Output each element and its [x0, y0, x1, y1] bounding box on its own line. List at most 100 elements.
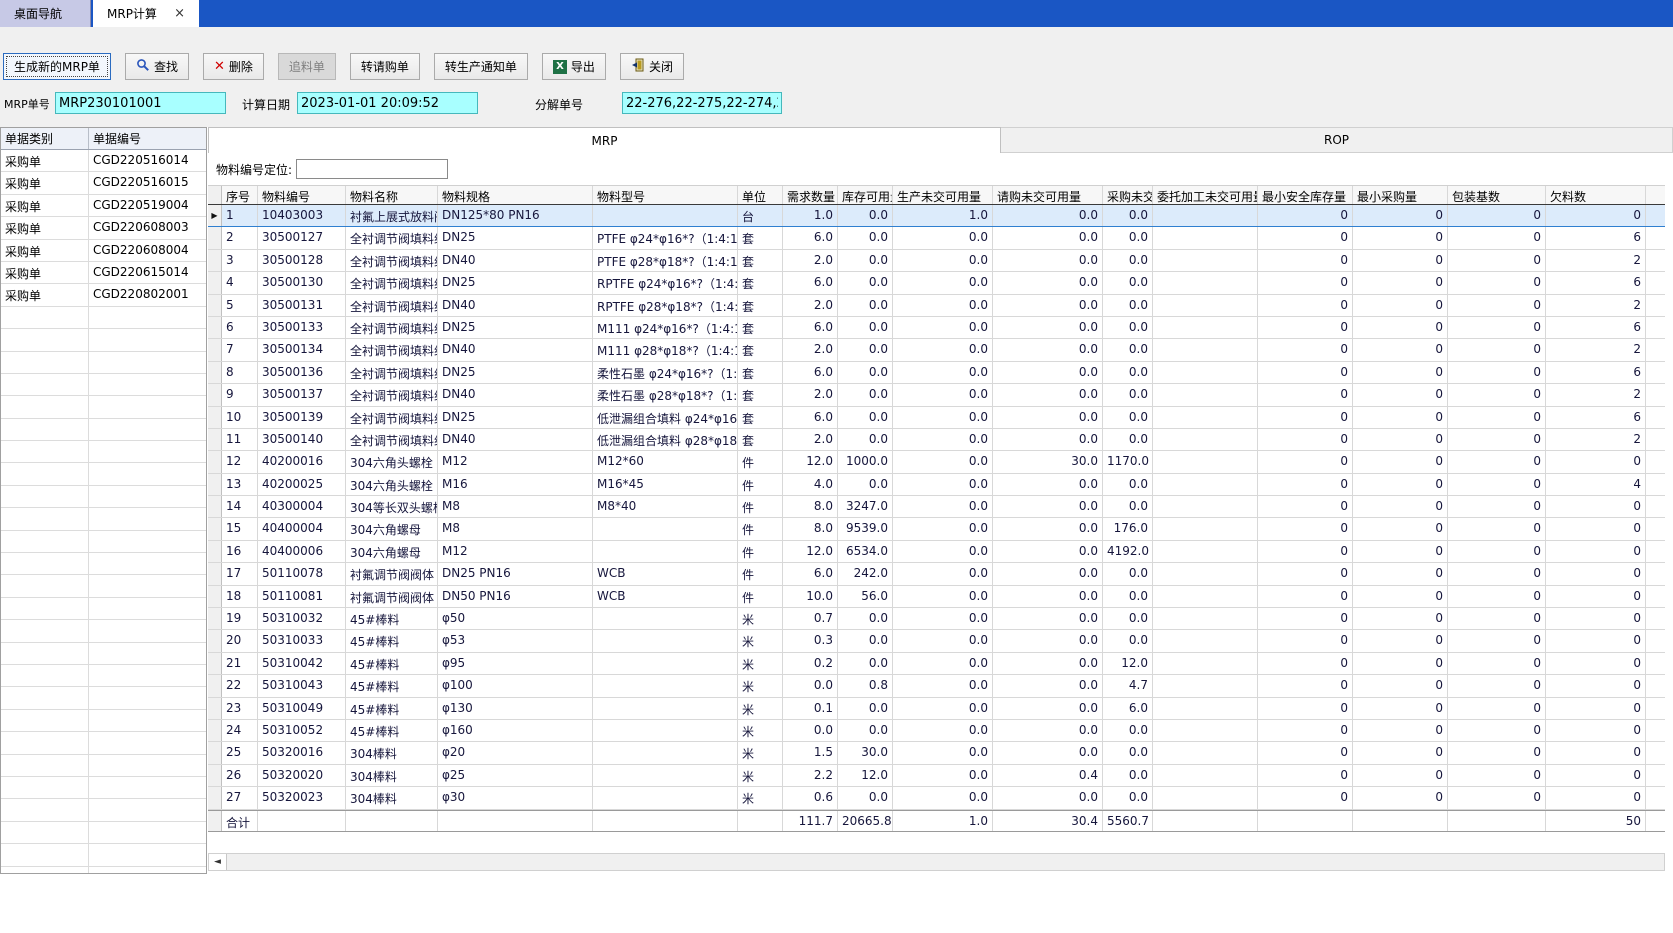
to-purchase-request-button[interactable]: 转请购单 — [350, 53, 420, 80]
column-header-min_safe_stock[interactable]: 最小安全库存量 — [1258, 186, 1353, 204]
list-item[interactable] — [1, 575, 206, 597]
table-row[interactable]: 530500131全衬调节阀填料组DN40RPTFE φ28*φ18*?（1:4… — [208, 295, 1665, 317]
table-row[interactable]: 830500136全衬调节阀填料组DN25柔性石墨 φ24*φ16*?（1:4:… — [208, 362, 1665, 384]
material-locate-input[interactable] — [296, 159, 448, 179]
list-item[interactable] — [1, 307, 206, 329]
column-header-pack_base[interactable]: 包装基数 — [1448, 186, 1546, 204]
table-row[interactable]: 1750110078衬氟调节阀阀体DN25 PN16WCB件6.0242.00.… — [208, 563, 1665, 585]
table-row[interactable]: 230500127全衬调节阀填料组DN25PTFE φ24*φ16*?（1:4:… — [208, 227, 1665, 249]
column-header-shortage[interactable]: 欠料数 — [1546, 186, 1646, 204]
column-header-outsource_open[interactable]: 委托加工未交可用量 — [1153, 186, 1258, 204]
tab-mrp[interactable]: MRP — [208, 127, 1001, 153]
list-item[interactable] — [1, 844, 206, 866]
close-button[interactable]: 关闭 — [620, 53, 684, 80]
table-row[interactable]: 215031004245#棒料φ95米0.20.00.00.012.00000 — [208, 653, 1665, 675]
decompose-no-input[interactable] — [622, 92, 782, 114]
list-item[interactable] — [1, 531, 206, 553]
list-item[interactable]: 采购单CGD220608003 — [1, 217, 206, 239]
list-item[interactable] — [1, 867, 206, 875]
cell-shortage: 0 — [1546, 451, 1646, 472]
table-row[interactable]: 205031003345#棒料φ53米0.30.00.00.00.00000 — [208, 630, 1665, 652]
cell-outsource_open — [1153, 362, 1258, 383]
list-item[interactable] — [1, 441, 206, 463]
table-row[interactable]: 1440300004304等长双头螺柱M8M8*40件8.03247.00.00… — [208, 496, 1665, 518]
list-item[interactable] — [1, 620, 206, 642]
list-item[interactable]: 采购单CGD220516015 — [1, 172, 206, 194]
mrp-no-input[interactable] — [55, 92, 226, 114]
table-row[interactable]: 225031004345#棒料φ100米0.00.80.00.04.70000 — [208, 675, 1665, 697]
list-item[interactable] — [1, 687, 206, 709]
column-header-name[interactable]: 物料名称 — [346, 186, 438, 204]
find-button[interactable]: 查找 — [125, 53, 189, 80]
total-stock_avail: 20665.8 — [838, 811, 893, 831]
list-item[interactable] — [1, 352, 206, 374]
list-item[interactable] — [1, 777, 206, 799]
list-item[interactable]: 采购单CGD220615014 — [1, 262, 206, 284]
table-row[interactable]: 195031003245#棒料φ50米0.70.00.00.00.00000 — [208, 608, 1665, 630]
scroll-left-icon[interactable]: ◄ — [209, 854, 227, 870]
export-button[interactable]: X 导出 — [542, 53, 606, 80]
column-header-order-no[interactable]: 单据编号 — [89, 128, 206, 149]
table-row[interactable]: 930500137全衬调节阀填料组DN40柔性石墨 φ28*φ18*?（1:4:… — [208, 384, 1665, 406]
column-header-unit[interactable]: 单位 — [738, 186, 783, 204]
to-production-notice-button[interactable]: 转生产通知单 — [434, 53, 528, 80]
list-item[interactable] — [1, 799, 206, 821]
list-item[interactable] — [1, 755, 206, 777]
close-tab-icon[interactable]: × — [174, 6, 185, 21]
table-row[interactable]: 2750320023304棒料φ30米0.60.00.00.00.00000 — [208, 787, 1665, 809]
table-row[interactable]: 430500130全衬调节阀填料组DN25RPTFE φ24*φ16*?（1:4… — [208, 272, 1665, 294]
table-row[interactable]: 1640400006304六角螺母M12件12.06534.00.00.0419… — [208, 541, 1665, 563]
column-header-req_open[interactable]: 请购未交可用量 — [993, 186, 1103, 204]
table-row[interactable]: 235031004945#棒料φ130米0.10.00.00.06.00000 — [208, 698, 1665, 720]
column-header-min_purchase[interactable]: 最小采购量 — [1353, 186, 1448, 204]
table-row[interactable]: 245031005245#棒料φ160米0.00.00.00.00.00000 — [208, 720, 1665, 742]
column-header-stock_avail[interactable]: 库存可用量 — [838, 186, 893, 204]
list-item[interactable] — [1, 486, 206, 508]
list-item[interactable] — [1, 553, 206, 575]
list-item[interactable] — [1, 463, 206, 485]
list-item[interactable] — [1, 396, 206, 418]
calc-date-input[interactable] — [297, 92, 478, 114]
list-item[interactable]: 采购单CGD220802001 — [1, 284, 206, 306]
list-item[interactable] — [1, 374, 206, 396]
generate-mrp-button[interactable]: 生成新的MRP单 — [3, 53, 111, 80]
column-header-model[interactable]: 物料型号 — [593, 186, 738, 204]
list-item[interactable]: 采购单CGD220516014 — [1, 150, 206, 172]
table-row[interactable]: 730500134全衬调节阀填料组DN40M111 φ28*φ18*?（1:4:… — [208, 339, 1665, 361]
list-item[interactable] — [1, 732, 206, 754]
table-row[interactable]: 1850110081衬氟调节阀阀体DN50 PN16WCB件10.056.00.… — [208, 586, 1665, 608]
horizontal-scrollbar[interactable]: ◄ — [208, 853, 1665, 871]
table-row[interactable]: 630500133全衬调节阀填料组DN25M111 φ24*φ16*?（1:4:… — [208, 317, 1665, 339]
delete-button[interactable]: ✕ 删除 — [203, 53, 264, 80]
table-row[interactable]: 1130500140全衬调节阀填料组DN40低泄漏组合填料 φ28*φ18*?套… — [208, 429, 1665, 451]
table-row[interactable]: 330500128全衬调节阀填料组DN40PTFE φ28*φ18*?（1:4:… — [208, 250, 1665, 272]
tab-rop[interactable]: ROP — [1001, 127, 1673, 153]
table-row[interactable]: 2550320016304棒料φ20米1.530.00.00.00.00000 — [208, 742, 1665, 764]
list-item[interactable] — [1, 665, 206, 687]
table-row[interactable]: 1340200025304六角头螺栓M16M16*45件4.00.00.00.0… — [208, 474, 1665, 496]
table-row[interactable]: 1540400004304六角螺母M8件8.09539.00.00.0176.0… — [208, 518, 1665, 540]
table-row[interactable]: 2650320020304棒料φ25米2.212.00.00.40.00000 — [208, 765, 1665, 787]
tab-mrp-calc[interactable]: MRP计算 × — [93, 0, 199, 27]
column-header-need_qty[interactable]: 需求数量 — [783, 186, 838, 204]
table-row[interactable]: ▶110403003衬氟上展式放料阀DN125*80 PN16台1.00.01.… — [208, 205, 1665, 227]
column-header-prod_open[interactable]: 生产未交可用量 — [893, 186, 993, 204]
column-header-spec[interactable]: 物料规格 — [438, 186, 593, 204]
tab-desktop-nav[interactable]: 桌面导航 — [0, 0, 91, 27]
column-header-code[interactable]: 物料编号 — [258, 186, 346, 204]
column-header-order-type[interactable]: 单据类别 — [1, 128, 89, 149]
list-item[interactable] — [1, 419, 206, 441]
list-item[interactable]: 采购单CGD220608004 — [1, 240, 206, 262]
list-item[interactable] — [1, 508, 206, 530]
list-item[interactable] — [1, 598, 206, 620]
list-item[interactable] — [1, 822, 206, 844]
table-row[interactable]: 1240200016304六角头螺栓M12M12*60件12.01000.00.… — [208, 451, 1665, 473]
list-item[interactable] — [1, 710, 206, 732]
list-item[interactable]: 采购单CGD220519004 — [1, 195, 206, 217]
cell-pack_base: 0 — [1448, 675, 1546, 696]
column-header-idx[interactable]: 序号 — [222, 186, 258, 204]
table-row[interactable]: 1030500139全衬调节阀填料组DN25低泄漏组合填料 φ24*φ16*?套… — [208, 407, 1665, 429]
column-header-purch_open[interactable]: 采购未交可用量 — [1103, 186, 1153, 204]
list-item[interactable] — [1, 643, 206, 665]
list-item[interactable] — [1, 329, 206, 351]
